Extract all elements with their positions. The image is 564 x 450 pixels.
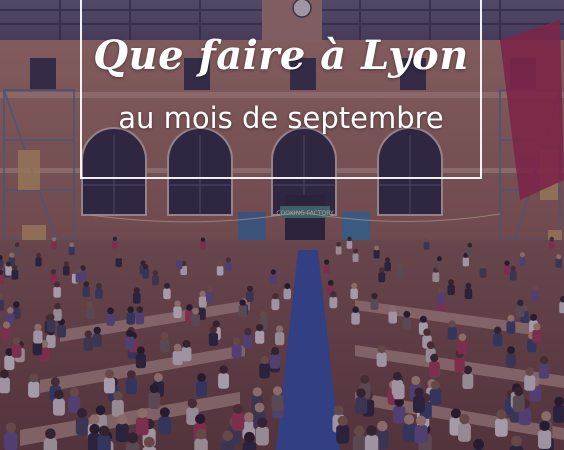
title-frame: Que faire à Lyon au mois de septembre	[80, 0, 482, 179]
page-title: Que faire à Lyon	[93, 32, 469, 79]
hero-banner: COOKING FACTORY Que faire à Lyon au mois…	[0, 0, 564, 450]
page-subtitle: au mois de septembre	[118, 101, 444, 135]
